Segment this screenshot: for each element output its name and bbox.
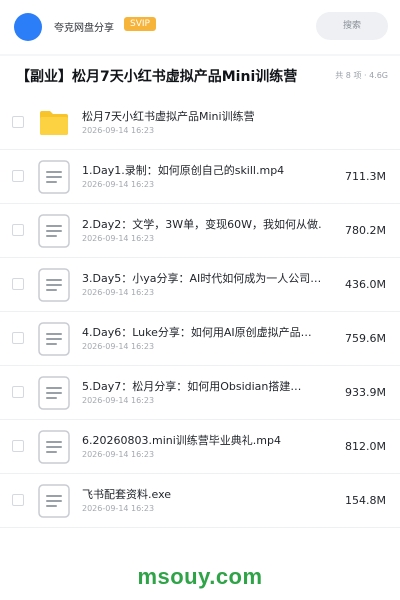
row-checkbox[interactable]	[12, 278, 24, 290]
list-item[interactable]: 松月7天小红书虚拟产品Mini训练营 2026-09-14 16:23	[0, 96, 400, 150]
file-size: 759.6M	[345, 332, 386, 345]
svip-badge: SVIP	[124, 17, 156, 31]
document-icon	[38, 430, 70, 464]
list-item[interactable]: 2.Day2：文学，3W单，变现60W，我如何从做… 2026-09-14 16…	[0, 204, 400, 258]
footer: msouy.com	[0, 548, 400, 600]
file-name: 4.Day6：Luke分享：如何用AI原创虚拟产品…	[82, 326, 312, 339]
document-icon	[38, 214, 70, 248]
file-size: 711.3M	[345, 170, 386, 183]
file-date: 2026-09-14 16:23	[82, 450, 155, 459]
folder-meta: 共 8 项 · 4.6G	[335, 71, 388, 80]
list-item[interactable]: 1.Day1.录制：如何原创自己的skill.mp4 2026-09-14 16…	[0, 150, 400, 204]
watermark: msouy.com	[137, 564, 263, 589]
list-item[interactable]: 飞书配套资料.exe 2026-09-14 16:23 154.8M	[0, 474, 400, 528]
file-name: 2.Day2：文学，3W单，变现60W，我如何从做…	[82, 218, 322, 231]
file-size: 780.2M	[345, 224, 386, 237]
document-icon	[38, 376, 70, 410]
list-item[interactable]: 3.Day5：小ya分享：AI时代如何成为一人公司… 2026-09-14 16…	[0, 258, 400, 312]
list-item[interactable]: 4.Day6：Luke分享：如何用AI原创虚拟产品… 2026-09-14 16…	[0, 312, 400, 366]
header-bar: 夸克网盘分享 SVIP 搜索	[0, 0, 400, 54]
file-date: 2026-09-14 16:23	[82, 504, 155, 513]
row-checkbox[interactable]	[12, 116, 24, 128]
row-checkbox[interactable]	[12, 494, 24, 506]
document-icon	[38, 484, 70, 518]
folder-icon	[40, 111, 68, 135]
file-name: 3.Day5：小ya分享：AI时代如何成为一人公司…	[82, 272, 322, 285]
file-date: 2026-09-14 16:23	[82, 234, 155, 243]
document-icon	[38, 268, 70, 302]
file-size: 933.9M	[345, 386, 386, 399]
file-list: 松月7天小红书虚拟产品Mini训练营 2026-09-14 16:23 1.Da…	[0, 96, 400, 528]
file-date: 2026-09-14 16:23	[82, 342, 155, 351]
document-icon	[38, 322, 70, 356]
file-list-panel: 【副业】松月7天小红书虚拟产品Mini训练营 共 8 项 · 4.6G 松月7天…	[0, 56, 400, 548]
page-title: 【副业】松月7天小红书虚拟产品Mini训练营	[16, 69, 298, 85]
list-item[interactable]: 5.Day7：松月分享：如何用Obsidian搭建… 2026-09-14 16…	[0, 366, 400, 420]
file-name: 5.Day7：松月分享：如何用Obsidian搭建…	[82, 380, 302, 393]
list-item[interactable]: 6.20260803.mini训练营毕业典礼.mp4 2026-09-14 16…	[0, 420, 400, 474]
file-size: 436.0M	[345, 278, 386, 291]
file-date: 2026-09-14 16:23	[82, 126, 155, 135]
file-name: 飞书配套资料.exe	[82, 488, 172, 501]
file-size: 812.0M	[345, 440, 386, 453]
row-checkbox[interactable]	[12, 170, 24, 182]
row-checkbox[interactable]	[12, 386, 24, 398]
file-name: 6.20260803.mini训练营毕业典礼.mp4	[82, 434, 281, 447]
file-name: 松月7天小红书虚拟产品Mini训练营	[82, 110, 255, 123]
row-checkbox[interactable]	[12, 440, 24, 452]
row-checkbox[interactable]	[12, 224, 24, 236]
avatar[interactable]	[14, 13, 42, 41]
user-name[interactable]: 夸克网盘分享	[54, 19, 114, 34]
file-date: 2026-09-14 16:23	[82, 288, 155, 297]
document-icon	[38, 160, 70, 194]
file-date: 2026-09-14 16:23	[82, 396, 155, 405]
row-checkbox[interactable]	[12, 332, 24, 344]
file-date: 2026-09-14 16:23	[82, 180, 155, 189]
file-size: 154.8M	[345, 494, 386, 507]
file-name: 1.Day1.录制：如何原创自己的skill.mp4	[82, 164, 285, 177]
search-button[interactable]: 搜索	[316, 12, 388, 40]
